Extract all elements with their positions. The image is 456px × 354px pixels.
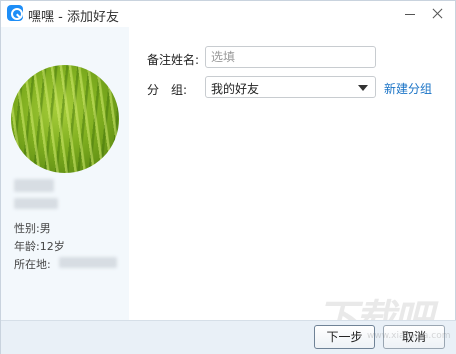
remark-input[interactable] <box>205 46 376 68</box>
group-label: 分 组: <box>147 83 188 97</box>
title-bar[interactable]: 嘿嘿 - 添加好友 <box>1 1 455 27</box>
account-id-redacted <box>14 198 58 209</box>
nickname-redacted <box>14 179 54 192</box>
location-row: 所在地: <box>14 256 51 272</box>
new-group-link[interactable]: 新建分组 <box>384 80 432 97</box>
group-select[interactable]: 我的好友 <box>205 76 376 98</box>
minimize-icon[interactable] <box>401 5 419 23</box>
age-value: 12岁 <box>39 240 65 253</box>
gender-label: 性别: <box>14 222 40 235</box>
profile-panel: 性别:男 年龄:12岁 所在地: <box>1 27 129 320</box>
gender-value: 男 <box>39 222 51 235</box>
chevron-down-icon <box>358 85 368 91</box>
close-icon[interactable] <box>429 5 447 23</box>
location-redacted <box>59 257 117 268</box>
avatar <box>11 65 119 173</box>
group-selected-value: 我的好友 <box>211 82 260 96</box>
gender-row: 性别:男 <box>14 220 51 236</box>
remark-label: 备注姓名: <box>147 53 200 67</box>
age-row: 年龄:12岁 <box>14 238 65 254</box>
window-title: 嘿嘿 - 添加好友 <box>28 10 119 25</box>
add-friend-dialog: 嘿嘿 - 添加好友 性别:男 年龄:12岁 所在地: 备注姓名: 分 组: 我的… <box>0 0 456 354</box>
cancel-button[interactable]: 取消 <box>383 325 445 349</box>
next-button[interactable]: 下一步 <box>314 325 375 349</box>
location-label: 所在地: <box>14 258 51 271</box>
age-label: 年龄: <box>14 240 40 253</box>
app-logo-icon <box>7 5 23 21</box>
